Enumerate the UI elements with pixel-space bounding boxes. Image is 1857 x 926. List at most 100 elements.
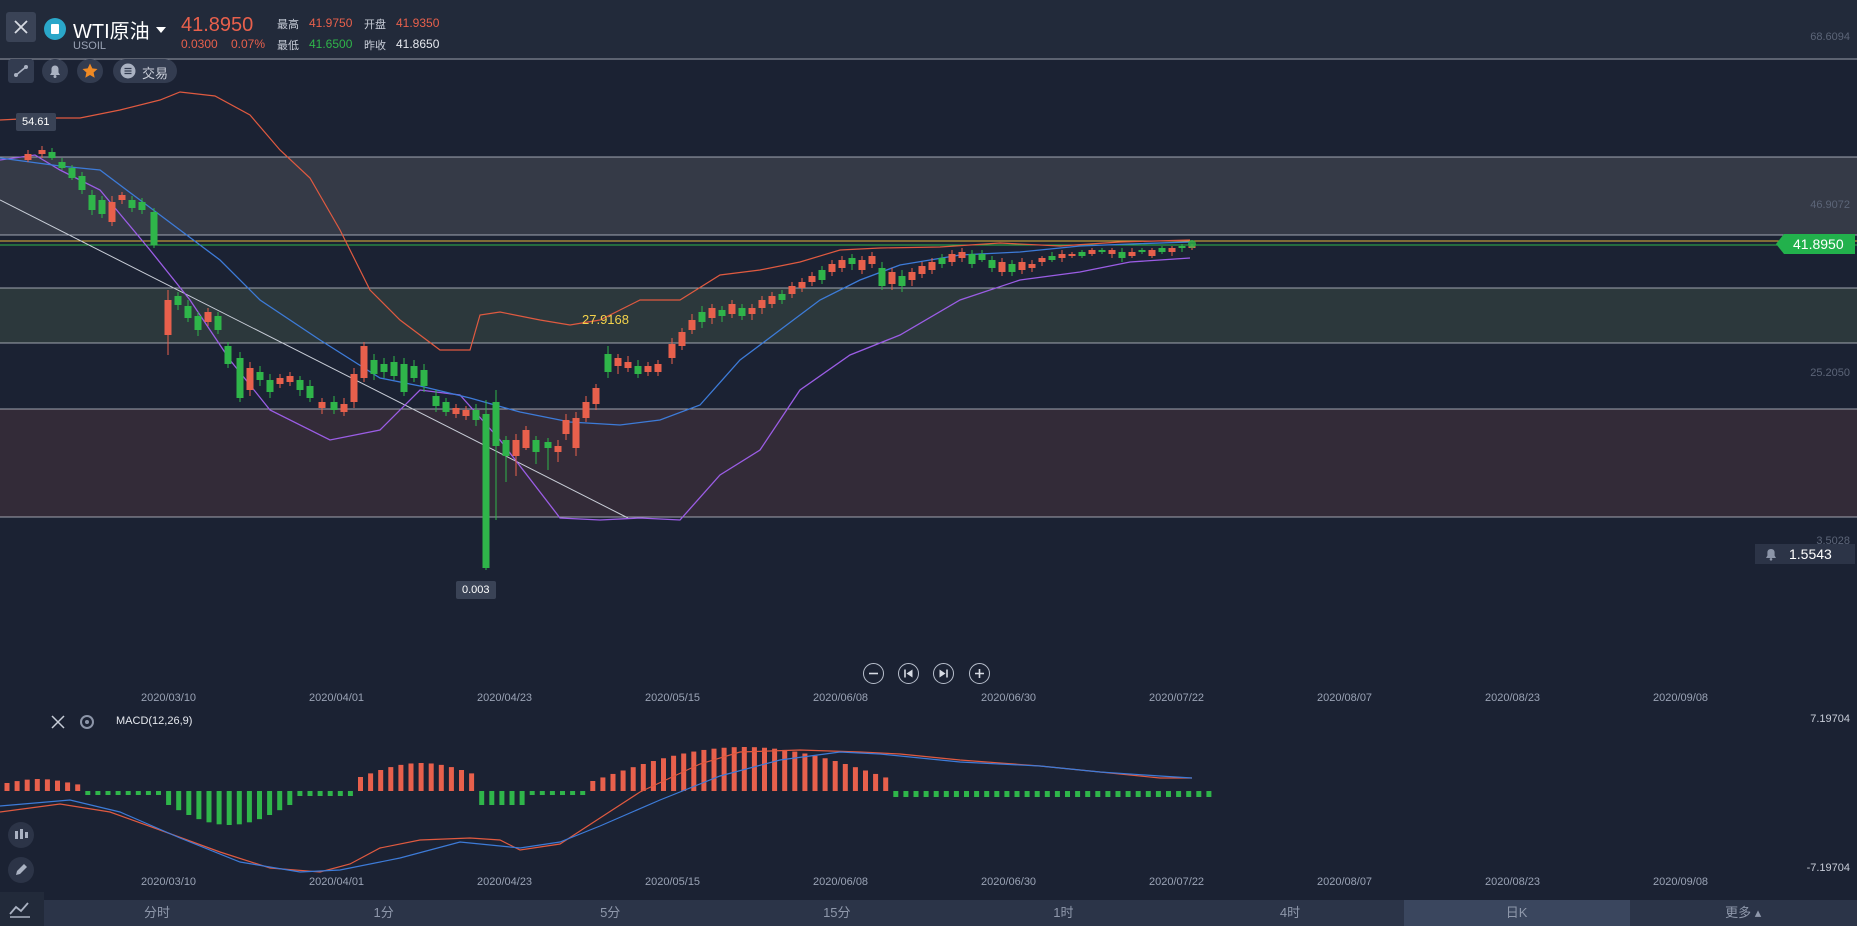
macd-histogram-bar xyxy=(842,764,848,791)
candlestick xyxy=(118,195,126,200)
macd-histogram-bar xyxy=(1014,791,1020,797)
candlestick xyxy=(838,260,846,268)
scroll-end-button[interactable] xyxy=(933,663,954,684)
candlestick xyxy=(472,410,480,420)
candlestick xyxy=(668,344,676,358)
macd-histogram-bar xyxy=(539,791,545,795)
macd-histogram-bar xyxy=(1054,791,1060,797)
candlestick xyxy=(868,256,876,264)
candlestick xyxy=(1108,250,1116,254)
drawing-tool-button[interactable] xyxy=(8,857,34,883)
candlestick xyxy=(708,308,716,318)
alert-button[interactable] xyxy=(42,59,68,83)
candlestick xyxy=(410,366,418,378)
candlestick xyxy=(522,430,530,448)
favorite-button[interactable] xyxy=(77,59,103,83)
macd-histogram-bar xyxy=(519,791,525,805)
macd-histogram-bar xyxy=(226,791,232,825)
candlestick xyxy=(246,368,254,390)
macd-histogram-bar xyxy=(459,770,464,791)
macd-histogram-bar xyxy=(913,791,919,797)
macd-histogram-bar xyxy=(75,784,81,791)
candlestick xyxy=(98,200,106,214)
close-icon[interactable] xyxy=(51,715,65,729)
timeframe-tab[interactable]: 分时 xyxy=(44,900,270,926)
candlestick xyxy=(256,372,264,380)
candlestick xyxy=(654,364,662,372)
macd-histogram-bar xyxy=(1125,791,1131,797)
candlestick xyxy=(224,346,232,364)
candlestick xyxy=(624,362,632,368)
candlestick xyxy=(532,440,540,452)
candlestick xyxy=(828,264,836,272)
candlestick xyxy=(968,254,976,264)
candlestick xyxy=(848,258,856,264)
date-axis-label: 2020/03/10 xyxy=(141,692,197,704)
candlestick xyxy=(442,402,450,412)
macd-histogram-bar xyxy=(943,791,949,797)
candlestick xyxy=(1048,256,1056,260)
draw-tool-button[interactable] xyxy=(8,59,34,83)
candlestick xyxy=(138,202,146,210)
minus-icon xyxy=(869,672,878,675)
candlestick xyxy=(898,276,906,286)
star-icon xyxy=(82,63,98,78)
last-price: 41.8950 xyxy=(181,14,254,36)
macd-histogram-bar xyxy=(570,791,576,795)
close-icon xyxy=(14,20,28,34)
candlestick xyxy=(48,152,56,158)
candlestick xyxy=(482,414,490,568)
price-axis-label: 68.6094 xyxy=(1810,31,1850,43)
price-chart[interactable] xyxy=(0,0,1857,926)
macd-histogram-bar xyxy=(964,791,969,797)
candlestick xyxy=(1098,250,1106,252)
indicator-tool-button[interactable] xyxy=(8,822,34,848)
line-chart-icon xyxy=(9,902,30,918)
timeframe-tab[interactable]: 更多 ▴ xyxy=(1630,900,1856,926)
timeframe-tab[interactable]: 日K xyxy=(1403,900,1630,926)
macd-histogram-bar xyxy=(1135,791,1141,797)
macd-histogram-bar xyxy=(65,782,71,791)
macd-histogram-bar xyxy=(630,767,636,791)
pencil-icon xyxy=(16,864,27,875)
macd-signal-line xyxy=(0,749,1192,873)
zoom-out-button[interactable] xyxy=(863,663,884,684)
chevron-down-icon[interactable] xyxy=(156,27,166,33)
macd-histogram-bar xyxy=(590,781,596,791)
candlestick xyxy=(634,366,642,374)
candlestick xyxy=(266,380,274,392)
close-button[interactable] xyxy=(6,12,36,42)
timeframe-tab[interactable]: 1时 xyxy=(950,900,1176,926)
candlestick xyxy=(918,266,926,274)
timeframe-tab[interactable]: 1分 xyxy=(271,900,497,926)
candlestick xyxy=(1078,252,1086,256)
macd-histogram-bar xyxy=(1115,791,1121,797)
macd-histogram-bar xyxy=(852,767,858,791)
price-axis-label: 25.2050 xyxy=(1810,367,1850,379)
macd-histogram-bar xyxy=(671,755,677,791)
chart-type-button[interactable] xyxy=(0,892,44,926)
timeframe-tab[interactable]: 5分 xyxy=(497,900,723,926)
macd-histogram-bar xyxy=(24,779,30,791)
price-axis-label: 46.9072 xyxy=(1810,199,1850,211)
skip-forward-icon xyxy=(939,669,948,678)
zoom-in-button[interactable] xyxy=(969,663,990,684)
scroll-start-button[interactable] xyxy=(898,663,919,684)
macd-histogram-bar xyxy=(873,773,879,791)
candlestick xyxy=(88,195,96,210)
macd-histogram-bar xyxy=(580,791,586,795)
prev-close-value: 41.8650 xyxy=(396,37,440,51)
date-axis-label: 2020/07/22 xyxy=(1149,692,1205,704)
timeframe-tab[interactable]: 4时 xyxy=(1177,900,1403,926)
candlestick xyxy=(958,252,966,258)
candlestick xyxy=(554,446,562,452)
gear-icon[interactable] xyxy=(80,715,94,729)
macd-histogram-bar xyxy=(105,791,111,795)
macd-histogram-bar xyxy=(307,791,313,796)
candlestick xyxy=(492,402,500,446)
macd-histogram-bar xyxy=(287,791,293,805)
timeframe-tab[interactable]: 15分 xyxy=(724,900,950,926)
trade-button[interactable]: 交易 xyxy=(113,59,177,83)
price-alert-tag[interactable]: 1.5543 xyxy=(1755,544,1855,564)
trade-label: 交易 xyxy=(142,66,169,81)
